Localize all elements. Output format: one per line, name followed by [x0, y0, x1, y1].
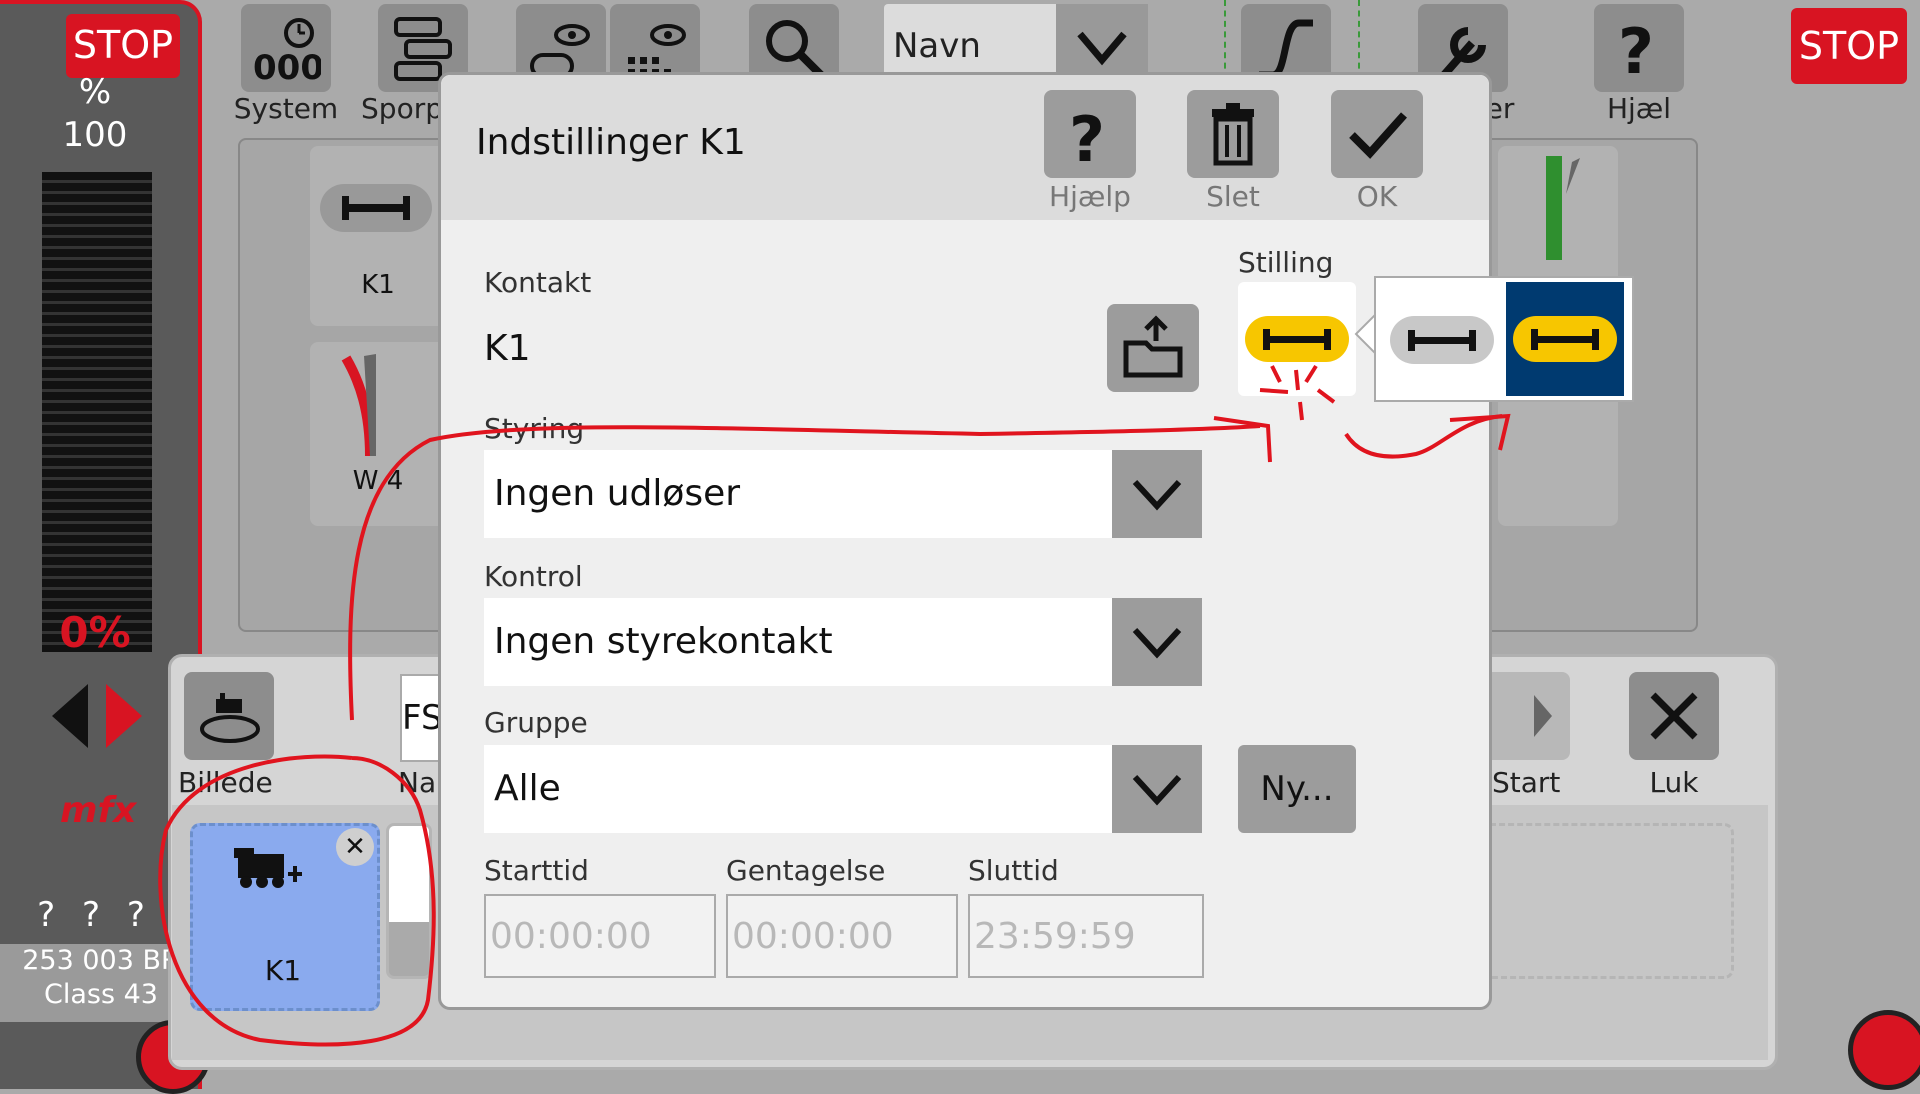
slot-second[interactable]	[386, 823, 432, 979]
turnout-icon	[341, 354, 376, 457]
dialog-ok-button[interactable]	[1331, 90, 1423, 178]
loco-unknown-label: ? ? ?	[37, 895, 153, 935]
dialog-delete-label: Slet	[1206, 180, 1260, 213]
direction-right-icon	[106, 684, 142, 748]
loco-round-icon-right[interactable]	[1848, 1010, 1920, 1090]
contact-label: Kontakt	[484, 266, 592, 299]
repeat-input[interactable]	[726, 894, 958, 978]
stop-button-right[interactable]: STOP	[1791, 8, 1907, 84]
system-button[interactable]: 000	[241, 4, 331, 92]
new-group-button[interactable]: Ny...	[1238, 745, 1356, 833]
chevron-down-icon	[1132, 627, 1182, 659]
control-label: Styring	[484, 412, 585, 445]
speed-unit-label: %	[78, 72, 112, 112]
check-select[interactable]: Ingen styrekontakt	[484, 598, 1202, 686]
slot-label: K1	[264, 954, 302, 987]
group-label: Gruppe	[484, 706, 588, 739]
tile-k1-icon	[320, 184, 432, 232]
assign-contact-button[interactable]	[1107, 304, 1199, 392]
loco-icon	[234, 848, 302, 888]
system-label: System	[233, 92, 339, 125]
empty-slot-right[interactable]	[1480, 823, 1734, 979]
direction-left-icon	[52, 684, 88, 748]
slot-remove-button[interactable]: ✕	[336, 828, 374, 866]
help-icon: ?	[1618, 15, 1654, 83]
close-button[interactable]	[1629, 672, 1719, 760]
name-input[interactable]: FS	[400, 674, 442, 762]
dialog-title: Indstillinger K1	[476, 122, 746, 163]
control-select[interactable]: Ingen udløser	[484, 450, 1202, 538]
svg-text:?: ?	[1618, 15, 1654, 83]
sort-select-value: Navn	[893, 26, 981, 66]
group-select-arrow[interactable]	[1112, 745, 1202, 833]
speed-readout: 0%	[59, 608, 131, 657]
close-icon	[1650, 692, 1698, 740]
control-select-value: Ingen udløser	[494, 473, 741, 514]
stop-button-left[interactable]: STOP	[66, 14, 180, 78]
speed-slider[interactable]	[42, 172, 152, 652]
svg-text:?: ?	[1069, 103, 1105, 169]
position-label: Stilling	[1238, 246, 1334, 279]
direction-toggle[interactable]	[48, 682, 144, 750]
decoder-logo: mfx	[60, 790, 137, 831]
position-option-off[interactable]	[1390, 316, 1494, 364]
signal-turnout-icon	[1546, 156, 1580, 260]
check-select-arrow[interactable]	[1112, 598, 1202, 686]
start-button[interactable]	[1480, 672, 1570, 760]
chevron-down-icon	[1132, 774, 1182, 806]
start-time-label: Starttid	[484, 854, 589, 887]
loco-image-icon	[200, 693, 260, 743]
start-label: Start	[1492, 766, 1561, 799]
contact-off-icon	[1408, 330, 1476, 351]
position-button[interactable]	[1238, 282, 1356, 396]
end-time-label: Sluttid	[968, 854, 1059, 887]
help-icon: ?	[1069, 103, 1105, 169]
tile-w4-label: W 4	[352, 466, 404, 496]
help-button-toolbar[interactable]: ?	[1594, 4, 1684, 92]
dialog-help-button[interactable]: ?	[1044, 90, 1136, 178]
tile-k1-label: K1	[361, 270, 395, 300]
chevron-down-icon	[1132, 479, 1182, 511]
upload-folder-icon	[1123, 315, 1183, 378]
sporplan-label: Sporp	[361, 92, 443, 125]
help-label-toolbar: Hjæl	[1606, 92, 1672, 125]
position-option-on[interactable]	[1506, 282, 1624, 396]
control-select-arrow[interactable]	[1112, 450, 1202, 538]
billede-label: Billede	[178, 766, 273, 799]
play-icon	[1534, 695, 1552, 737]
contact-value: K1	[484, 328, 531, 369]
speed-max-label: 100	[62, 115, 128, 155]
group-select[interactable]: Alle	[484, 745, 1202, 833]
dialog-ok-label: OK	[1356, 180, 1398, 213]
name-label: Na	[398, 766, 437, 799]
dialog-help-label: Hjælp	[1049, 180, 1131, 213]
check-select-value: Ingen styrekontakt	[494, 621, 833, 662]
close-label: Luk	[1649, 766, 1699, 799]
position-active-icon	[1245, 316, 1349, 362]
svg-text:000: 000	[253, 48, 321, 83]
contact-on-icon	[1513, 316, 1617, 362]
trash-icon	[1212, 103, 1254, 166]
system-icon: 000	[253, 18, 321, 83]
repeat-label: Gentagelse	[726, 854, 886, 887]
end-time-input[interactable]	[968, 894, 1204, 978]
billede-button[interactable]	[184, 672, 274, 760]
dialog-delete-button[interactable]	[1187, 90, 1279, 178]
check-label: Kontrol	[484, 560, 583, 593]
group-select-value: Alle	[494, 768, 561, 809]
start-time-input[interactable]	[484, 894, 716, 978]
checkmark-icon	[1349, 112, 1407, 159]
